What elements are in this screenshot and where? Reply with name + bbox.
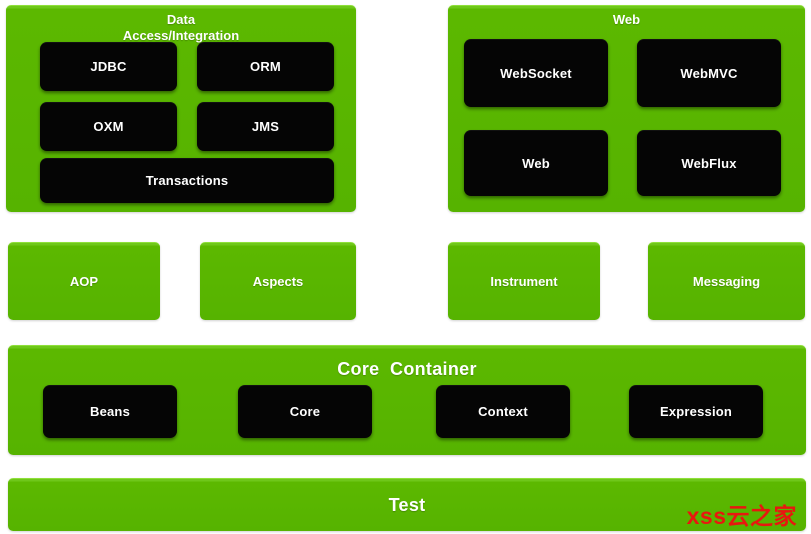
- panel-title-data-access-integration: Data Access/Integration: [122, 12, 240, 44]
- watermark: xss云之家: [686, 503, 797, 529]
- module-webflux[interactable]: WebFlux: [637, 130, 781, 196]
- module-label-core: Core: [289, 404, 321, 419]
- module-label-beans: Beans: [89, 404, 131, 419]
- module-beans[interactable]: Beans: [43, 385, 177, 438]
- module-expression[interactable]: Expression: [629, 385, 763, 438]
- module-oxm[interactable]: OXM: [40, 102, 177, 151]
- module-label-webmvc: WebMVC: [680, 65, 738, 81]
- module-label-aspects: Aspects: [252, 274, 304, 289]
- panel-title-core-container: Core Container: [337, 359, 477, 379]
- module-aop[interactable]: AOP: [8, 242, 160, 320]
- module-core[interactable]: Core: [238, 385, 372, 438]
- module-label-websocket: WebSocket: [500, 65, 572, 81]
- module-messaging[interactable]: Messaging: [648, 242, 805, 320]
- module-aspects[interactable]: Aspects: [200, 242, 356, 320]
- module-label-oxm: OXM: [93, 119, 124, 134]
- module-label-jms: JMS: [251, 119, 280, 134]
- module-context[interactable]: Context: [436, 385, 570, 438]
- module-label-aop: AOP: [69, 274, 99, 289]
- module-jdbc[interactable]: JDBC: [40, 42, 177, 91]
- module-label-orm: ORM: [250, 59, 281, 74]
- module-jms[interactable]: JMS: [197, 102, 334, 151]
- module-websocket[interactable]: WebSocket: [464, 39, 608, 107]
- module-transactions[interactable]: Transactions: [40, 158, 334, 203]
- module-label-instrument: Instrument: [490, 274, 558, 289]
- module-instrument[interactable]: Instrument: [448, 242, 600, 320]
- module-label-transactions: Transactions: [145, 173, 229, 188]
- module-webmvc[interactable]: WebMVC: [637, 39, 781, 107]
- module-label-messaging: Messaging: [692, 274, 761, 289]
- module-label-web: Web: [522, 155, 550, 171]
- module-label-webflux: WebFlux: [681, 155, 737, 171]
- module-label-expression: Expression: [659, 404, 733, 419]
- module-orm[interactable]: ORM: [197, 42, 334, 91]
- module-label-jdbc: JDBC: [90, 59, 127, 74]
- spring-architecture-diagram: Data Access/Integration JDBC ORM OXM JMS…: [0, 0, 811, 534]
- module-web[interactable]: Web: [464, 130, 608, 196]
- panel-title-web: Web: [612, 12, 641, 27]
- module-label-context: Context: [478, 404, 528, 419]
